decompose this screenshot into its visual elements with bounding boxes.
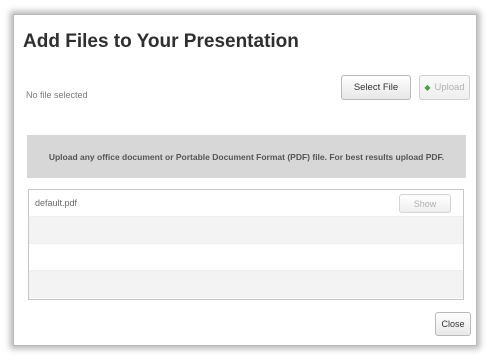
file-status-text: No file selected — [26, 90, 88, 100]
info-banner: Upload any office document or Portable D… — [27, 135, 466, 178]
dialog-title: Add Files to Your Presentation — [23, 31, 299, 52]
add-files-dialog: Add Files to Your Presentation No file s… — [13, 14, 477, 346]
file-row-empty — [29, 271, 463, 298]
close-label: Close — [441, 319, 465, 329]
file-row[interactable]: default.pdf Show — [29, 190, 463, 217]
file-list: default.pdf Show — [28, 189, 464, 300]
select-file-label: Select File — [353, 82, 399, 93]
select-file-button[interactable]: Select File — [341, 75, 411, 100]
close-button[interactable]: Close — [435, 312, 471, 336]
upload-label: Upload — [434, 82, 465, 93]
upload-button[interactable]: ◆ Upload — [419, 75, 470, 100]
info-text: Upload any office document or Portable D… — [48, 151, 445, 162]
show-button[interactable]: Show — [399, 194, 451, 213]
file-name: default.pdf — [35, 198, 78, 208]
file-row-empty — [29, 217, 463, 244]
file-row-empty — [29, 244, 463, 271]
upload-arrow-icon: ◆ — [424, 82, 431, 92]
